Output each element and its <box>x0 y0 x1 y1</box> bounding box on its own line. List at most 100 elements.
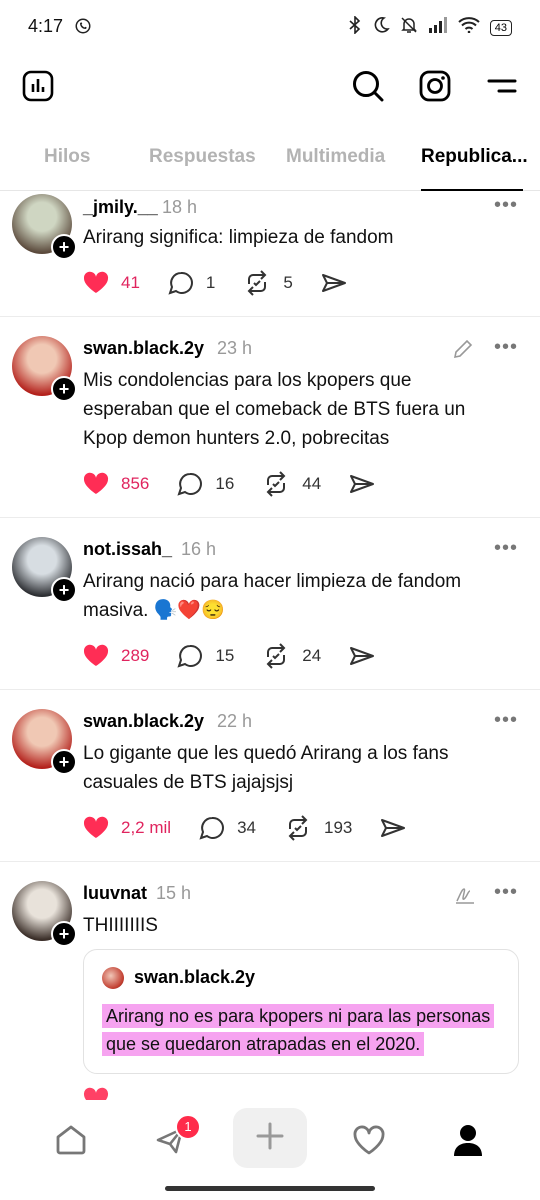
repost-icon <box>262 643 296 669</box>
wifi-icon <box>458 17 480 38</box>
heart-icon[interactable] <box>344 1110 394 1170</box>
reply-button[interactable]: 1 <box>168 271 215 295</box>
profile-tabs: Hilos Respuestas Multimedia Republica... <box>0 134 540 191</box>
reply-button[interactable]: 34 <box>199 816 256 840</box>
repost-button[interactable]: 193 <box>284 815 352 841</box>
status-icons: 43 <box>348 15 512 39</box>
edit-icon[interactable] <box>452 338 474 365</box>
post-actions <box>83 1087 149 1100</box>
like-button[interactable]: 2,2 mil <box>83 816 171 840</box>
more-icon[interactable]: ••• <box>494 881 518 904</box>
like-button[interactable]: 41 <box>83 271 140 295</box>
post-actions: 289 15 24 <box>83 643 415 669</box>
tab-replies[interactable]: Respuestas <box>149 146 256 168</box>
more-icon[interactable]: ••• <box>494 537 518 560</box>
moon-icon <box>372 16 390 39</box>
tab-media[interactable]: Multimedia <box>286 146 385 168</box>
new-post-button[interactable] <box>233 1108 307 1168</box>
heart-icon <box>83 1087 115 1100</box>
post-username[interactable]: not.issah_ <box>83 539 172 560</box>
home-indicator <box>165 1186 375 1191</box>
like-count: 41 <box>121 273 140 292</box>
battery-indicator: 43 <box>489 19 512 36</box>
share-button[interactable] <box>321 271 359 295</box>
notification-badge: 1 <box>175 1114 201 1140</box>
like-button[interactable]: 856 <box>83 472 149 496</box>
share-button[interactable] <box>349 472 387 496</box>
follow-plus-icon[interactable]: + <box>51 577 77 603</box>
reply-button[interactable]: 15 <box>177 644 234 668</box>
profile-icon[interactable] <box>443 1110 493 1170</box>
repost-count: 5 <box>283 273 293 292</box>
post: + luuvnat 15 h ••• THIIIIIIIS swan.black… <box>0 861 540 1100</box>
post-username[interactable]: _jmily.__ <box>83 197 158 218</box>
post-time: 18 h <box>162 197 198 217</box>
plus-icon <box>255 1121 285 1156</box>
post: + _jmily.__ 18 h ••• Arirang significa: … <box>0 190 540 317</box>
follow-plus-icon[interactable]: + <box>51 749 77 775</box>
post-username[interactable]: luuvnat <box>83 883 147 904</box>
top-bar <box>0 62 540 112</box>
post-username[interactable]: swan.black.2y <box>83 338 204 359</box>
quoted-text: Arirang no es para kpopers ni para las p… <box>102 1002 502 1058</box>
activity-icon[interactable]: 1 <box>145 1110 201 1170</box>
repost-count: 44 <box>302 474 322 493</box>
more-icon[interactable]: ••• <box>494 336 518 359</box>
insights-icon[interactable] <box>20 68 56 104</box>
more-icon[interactable]: ••• <box>494 709 518 732</box>
post-actions: 856 16 44 <box>83 471 415 497</box>
share-button[interactable] <box>349 644 387 668</box>
bell-off-icon <box>400 16 418 39</box>
whatsapp-icon <box>74 17 92 40</box>
repost-button[interactable]: 44 <box>262 471 321 497</box>
follow-plus-icon[interactable]: + <box>51 921 77 947</box>
avatar <box>102 967 124 989</box>
repost-button[interactable]: 5 <box>243 270 293 296</box>
post-actions: 41 1 5 <box>83 270 387 296</box>
post-actions: 2,2 mil 34 193 <box>83 815 446 841</box>
heart-icon <box>83 271 115 295</box>
comment-icon <box>177 472 209 496</box>
menu-icon[interactable] <box>483 68 519 104</box>
share-icon <box>349 472 381 496</box>
like-count: 289 <box>121 646 150 665</box>
quoted-post[interactable]: swan.black.2y Arirang no es para kpopers… <box>83 949 519 1074</box>
tab-reposts[interactable]: Republica... <box>421 146 528 168</box>
instagram-icon[interactable] <box>417 68 453 104</box>
post-text: Arirang nació para hacer limpieza de fan… <box>83 571 462 621</box>
bottom-nav: 1 <box>0 1100 540 1200</box>
post-username[interactable]: swan.black.2y <box>83 711 204 732</box>
repost-count: 24 <box>302 646 322 665</box>
like-button[interactable] <box>83 1087 121 1100</box>
repost-count: 193 <box>324 818 353 837</box>
quoted-username: swan.black.2y <box>134 967 256 987</box>
post: + swan.black.2y 22 h ••• Lo gigante que … <box>0 689 540 862</box>
reply-count: 16 <box>215 474 235 493</box>
home-icon[interactable] <box>46 1110 96 1170</box>
repost-icon <box>284 815 318 841</box>
follow-plus-icon[interactable]: + <box>51 376 77 402</box>
search-icon[interactable] <box>350 68 386 104</box>
repost-button[interactable]: 24 <box>262 643 321 669</box>
reply-button[interactable]: 16 <box>177 472 234 496</box>
post-time: 22 h <box>217 711 253 731</box>
share-button[interactable] <box>380 816 418 840</box>
status-bar: 4:17 43 <box>0 0 540 56</box>
signature-icon[interactable] <box>454 883 476 910</box>
comment-icon <box>177 644 209 668</box>
reply-count: 34 <box>237 818 256 837</box>
post-time: 15 h <box>156 883 192 903</box>
post-time: 23 h <box>217 338 253 358</box>
like-button[interactable]: 289 <box>83 644 149 668</box>
follow-plus-icon[interactable]: + <box>51 234 77 260</box>
comment-icon <box>168 271 200 295</box>
tab-threads[interactable]: Hilos <box>44 146 90 168</box>
post-text: THIIIIIIIS <box>83 915 158 936</box>
reply-count: 1 <box>205 273 216 292</box>
signal-icon <box>428 17 448 38</box>
heart-icon <box>83 472 115 496</box>
feed: + _jmily.__ 18 h ••• Arirang significa: … <box>0 190 540 1100</box>
comment-icon <box>199 816 231 840</box>
post-text: Arirang significa: limpieza de fandom <box>83 227 394 248</box>
more-icon[interactable]: ••• <box>494 194 518 217</box>
